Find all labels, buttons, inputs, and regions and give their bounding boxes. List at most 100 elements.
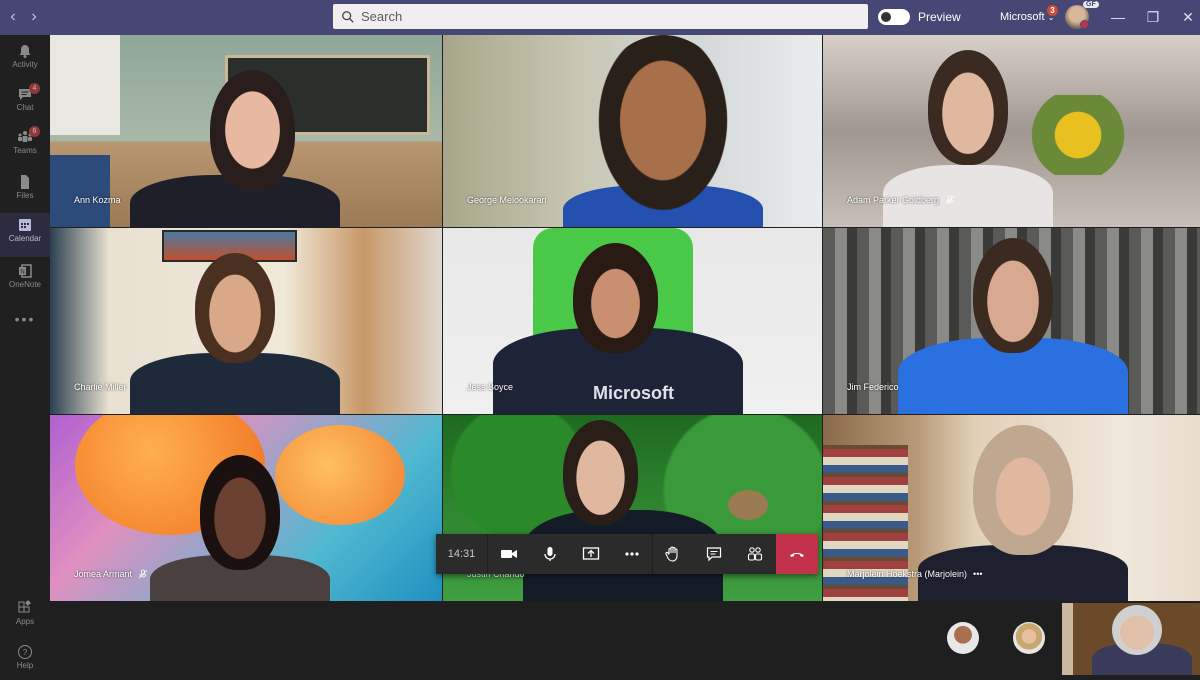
raise-hand-icon: [665, 546, 678, 562]
svg-text:?: ?: [23, 648, 28, 657]
shirt-logo: Microsoft: [593, 383, 674, 403]
toggle-knob: [881, 12, 891, 22]
person-face: [210, 70, 295, 190]
help-icon: ?: [18, 645, 32, 659]
share-screen-icon: [582, 547, 599, 560]
title-bar: ‹ › Preview Microsoft ⌄ 3 GF — ❐ ✕: [0, 0, 1200, 35]
self-view-video[interactable]: [1062, 603, 1200, 675]
chat-icon: [706, 547, 721, 562]
video-tile[interactable]: Ann Kozma: [50, 35, 442, 227]
participant-name: Charlie Miller: [74, 382, 127, 392]
rail-item-help[interactable]: ? Help: [0, 640, 50, 680]
participant-avatar[interactable]: [1013, 622, 1045, 654]
person-face: [200, 455, 280, 570]
participant-avatar[interactable]: [947, 622, 979, 654]
hang-up-button[interactable]: [776, 534, 818, 574]
person-face: [195, 253, 275, 363]
microphone-icon: [543, 547, 556, 561]
rail-item-activity[interactable]: Activity: [0, 39, 50, 79]
more-options-icon: [624, 552, 639, 556]
minimize-button[interactable]: —: [1106, 6, 1130, 28]
rail-label: Help: [16, 661, 34, 670]
video-tile[interactable]: Adam Parker Goldberg: [823, 35, 1200, 227]
participant-name: Marjolein Hoekstra (Marjolein) •••: [847, 569, 983, 579]
participant-name: Ann Kozma: [74, 195, 121, 205]
presence-status-icon: [1080, 20, 1089, 29]
hang-up-icon: [790, 552, 804, 557]
bookshelf: [50, 155, 110, 227]
orange-sphere: [275, 425, 405, 525]
more-options-button[interactable]: [611, 534, 652, 574]
participant-more-icon[interactable]: •••: [973, 569, 982, 579]
rail-item-calendar[interactable]: Calendar: [0, 213, 50, 257]
rail-item-chat[interactable]: Chat 4: [0, 82, 50, 122]
minimize-icon: —: [1111, 9, 1125, 25]
profile-initials: GF: [1083, 1, 1099, 8]
rail-label: Activity: [12, 60, 38, 69]
participant-name: Adam Parker Goldberg: [847, 195, 955, 205]
more-apps-button[interactable]: •••: [0, 311, 50, 327]
rail-label: Chat: [16, 103, 34, 112]
rail-item-teams[interactable]: Teams 6: [0, 125, 50, 165]
teams-badge: 6: [29, 126, 40, 137]
svg-text:N: N: [20, 270, 24, 276]
close-icon: ✕: [1182, 9, 1194, 25]
video-tile[interactable]: Jim Federico: [823, 228, 1200, 414]
bell-icon: [19, 45, 31, 58]
raise-hand-button[interactable]: [652, 534, 693, 574]
video-tile[interactable]: Charlie Miller: [50, 228, 442, 414]
video-tile[interactable]: Microsoft Jess Boyce: [443, 228, 822, 414]
chat-badge: 4: [29, 83, 40, 94]
participants-button[interactable]: [734, 534, 775, 574]
participant-name: Jess Boyce: [467, 382, 514, 392]
person-face: [563, 420, 638, 525]
forward-button[interactable]: ›: [24, 6, 44, 28]
flowers: [1013, 95, 1143, 175]
chat-button[interactable]: [693, 534, 734, 574]
participants-icon: [747, 547, 762, 561]
chevron-left-icon: ‹: [10, 8, 16, 25]
onenote-icon: N: [19, 264, 32, 278]
sloth: [728, 490, 768, 520]
calendar-icon: [19, 219, 31, 231]
org-notification-badge: 3: [1047, 5, 1058, 16]
video-tile[interactable]: Jomea Armant: [50, 415, 442, 601]
microphone-button[interactable]: [529, 534, 570, 574]
search-input[interactable]: [361, 9, 841, 24]
preview-toggle[interactable]: [878, 9, 910, 25]
video-camera-icon: [500, 550, 517, 558]
person-face: [573, 243, 658, 353]
camera-button[interactable]: [488, 534, 529, 574]
video-tile[interactable]: Marjolein Hoekstra (Marjolein) •••: [823, 415, 1200, 601]
rail-label: Teams: [13, 146, 37, 155]
video-tile[interactable]: George Melookaran: [443, 35, 822, 227]
file-icon: [21, 175, 29, 189]
search-icon: [342, 10, 354, 23]
chevron-right-icon: ›: [31, 8, 37, 25]
person-face: [588, 35, 738, 225]
meeting-stage: Ann Kozma George Melookaran Adam Parker …: [50, 35, 1200, 675]
person-face: [973, 238, 1053, 353]
call-controls-bar: 14:31: [436, 534, 818, 574]
org-switcher[interactable]: Microsoft ⌄: [1000, 11, 1054, 23]
participant-name: Jim Federico: [847, 382, 899, 392]
rail-label: Apps: [15, 617, 35, 626]
close-button[interactable]: ✕: [1176, 6, 1200, 28]
app-rail: Activity Chat 4 Teams 6 Files Calendar N…: [0, 35, 50, 675]
mic-off-icon: [138, 569, 148, 579]
participant-name: Jomea Armant: [74, 569, 148, 579]
rail-item-apps[interactable]: Apps: [0, 596, 50, 636]
share-screen-button[interactable]: [570, 534, 611, 574]
mic-off-icon: [945, 195, 955, 205]
person-face: [1112, 605, 1162, 655]
rail-item-files[interactable]: Files: [0, 170, 50, 210]
rail-label: Calendar: [8, 234, 42, 243]
back-button[interactable]: ‹: [3, 6, 23, 28]
search-box[interactable]: [333, 4, 868, 29]
person-face: [928, 50, 1008, 165]
rail-label: OneNote: [8, 280, 42, 289]
rail-item-onenote[interactable]: N OneNote: [0, 259, 50, 299]
call-timer: 14:31: [436, 534, 488, 574]
apps-icon: [18, 600, 31, 613]
restore-button[interactable]: ❐: [1141, 6, 1165, 28]
